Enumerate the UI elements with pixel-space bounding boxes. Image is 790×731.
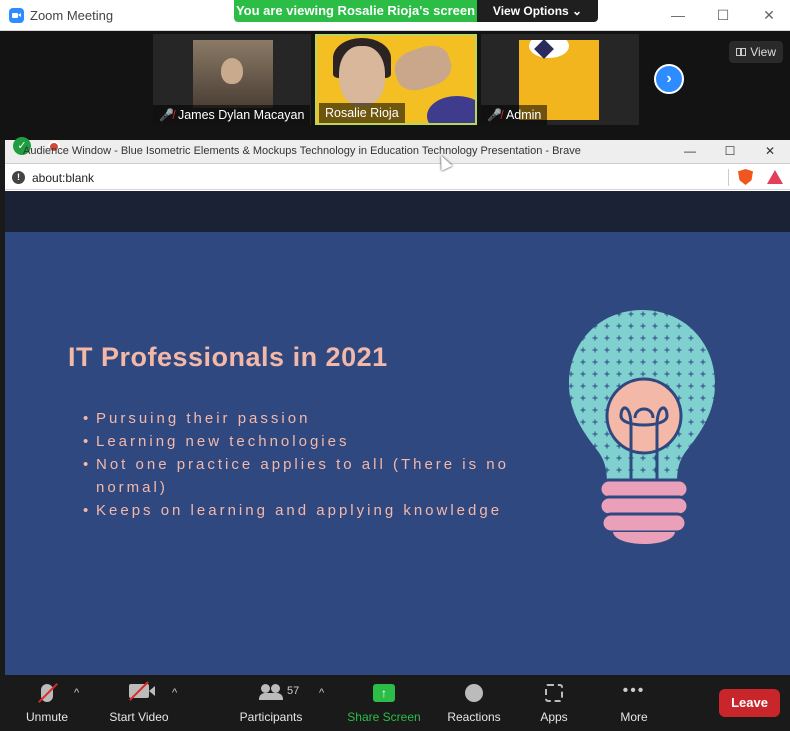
participant-tile[interactable]: 🎤̸ Admin	[481, 34, 639, 125]
slide-title: IT Professionals in 2021	[68, 342, 388, 372]
slide-bullet: Not one practice applies to all (There i…	[83, 453, 513, 499]
reactions-button[interactable]: Reactions	[444, 675, 504, 731]
active-speaker-tile[interactable]: Rosalie Rioja	[315, 34, 477, 125]
presentation-slide: IT Professionals in 2021 Pursuing their …	[5, 232, 790, 675]
participant-name-label: 🎤̸ James Dylan Macayan	[153, 105, 311, 125]
leave-button[interactable]: Leave	[719, 689, 780, 717]
browser-window-title: Audience Window - Blue Isometric Element…	[23, 145, 581, 157]
participants-label: Participants	[239, 710, 303, 724]
slide-bullet: Learning new technologies	[83, 430, 513, 453]
zoom-titlebar: Zoom Meeting You are viewing Rosalie Rio…	[0, 0, 790, 31]
participant-name: Rosalie Rioja	[325, 106, 399, 120]
viewing-screen-label: You are viewing Rosalie Rioja's screen	[234, 0, 477, 22]
participant-video	[193, 40, 273, 108]
info-icon[interactable]: !	[12, 171, 25, 184]
muted-mic-icon: 🎤̸	[487, 108, 502, 122]
video-options-caret-icon[interactable]: ^	[172, 687, 177, 699]
participants-icon	[259, 684, 283, 700]
browser-minimize-icon[interactable]: —	[682, 143, 698, 159]
slide-letterbox	[5, 191, 790, 232]
minimize-icon[interactable]: —	[670, 7, 686, 23]
brave-rewards-icon[interactable]	[767, 170, 783, 184]
window-title: Zoom Meeting	[30, 8, 114, 23]
share-screen-button[interactable]: ↑ Share Screen	[346, 675, 422, 731]
participants-count: 57	[287, 685, 300, 697]
audio-options-caret-icon[interactable]: ^	[74, 687, 79, 699]
more-label: More	[620, 710, 648, 724]
close-icon[interactable]: ✕	[761, 7, 777, 23]
unmute-label: Unmute	[25, 710, 69, 724]
slide-bullet: Pursuing their passion	[83, 407, 513, 430]
toolbar-divider	[728, 169, 729, 186]
apps-label: Apps	[540, 710, 568, 724]
shared-browser-window: ✓ Audience Window - Blue Isometric Eleme…	[5, 137, 790, 675]
participants-button[interactable]: 57 Participants	[236, 675, 306, 731]
reactions-label: Reactions	[447, 710, 501, 724]
share-screen-icon: ↑	[373, 684, 395, 702]
brave-shields-icon[interactable]	[738, 169, 753, 185]
camera-off-icon	[129, 681, 149, 701]
slide-bullet-list: Pursuing their passion Learning new tech…	[83, 407, 513, 522]
participant-tile[interactable]: 🎤̸ James Dylan Macayan	[153, 34, 311, 125]
microphone-muted-icon	[38, 683, 58, 703]
reactions-icon	[465, 684, 483, 702]
next-page-button[interactable]: ›	[654, 64, 684, 94]
share-banner: You are viewing Rosalie Rioja's screen V…	[234, 0, 598, 22]
zoom-app-icon	[9, 8, 24, 23]
participant-name-label: Rosalie Rioja	[319, 103, 405, 123]
participants-caret-icon[interactable]: ^	[319, 687, 324, 699]
apps-icon	[545, 684, 563, 702]
video-strip: 🎤̸ James Dylan Macayan Rosalie Rioja 🎤̸ Ad…	[0, 31, 790, 140]
more-icon: •••	[622, 682, 646, 699]
apps-button[interactable]: Apps	[534, 675, 574, 731]
more-button[interactable]: ••• More	[614, 675, 654, 731]
slide-bullet: Keeps on learning and applying knowledge	[83, 499, 513, 522]
maximize-icon[interactable]: ☐	[715, 7, 731, 23]
lightbulb-illustration	[569, 310, 715, 544]
address-bar[interactable]: ! about:blank	[5, 165, 790, 190]
start-video-button[interactable]: Start Video	[106, 675, 172, 731]
share-screen-label: Share Screen	[347, 710, 421, 724]
unmute-button[interactable]: Unmute	[20, 675, 74, 731]
view-button[interactable]: View	[729, 41, 783, 63]
url-text[interactable]: about:blank	[32, 171, 94, 185]
muted-mic-icon: 🎤̸	[159, 108, 174, 122]
meeting-toolbar: Unmute ^ Start Video ^ 57 Participants ^…	[0, 675, 790, 731]
view-button-label: View	[750, 45, 776, 59]
browser-maximize-icon[interactable]: ☐	[722, 143, 738, 159]
browser-titlebar: ✓ Audience Window - Blue Isometric Eleme…	[5, 137, 790, 164]
participant-name: Admin	[505, 108, 542, 122]
browser-close-icon[interactable]: ✕	[762, 143, 778, 159]
zoom-meeting-window: Zoom Meeting You are viewing Rosalie Rio…	[0, 0, 790, 731]
start-video-label: Start Video	[109, 710, 169, 724]
participant-name: James Dylan Macayan	[177, 108, 305, 122]
participant-name-label: 🎤̸ Admin	[481, 105, 548, 125]
gallery-view-icon	[736, 47, 746, 56]
view-options-button[interactable]: View Options ⌄	[477, 0, 598, 22]
